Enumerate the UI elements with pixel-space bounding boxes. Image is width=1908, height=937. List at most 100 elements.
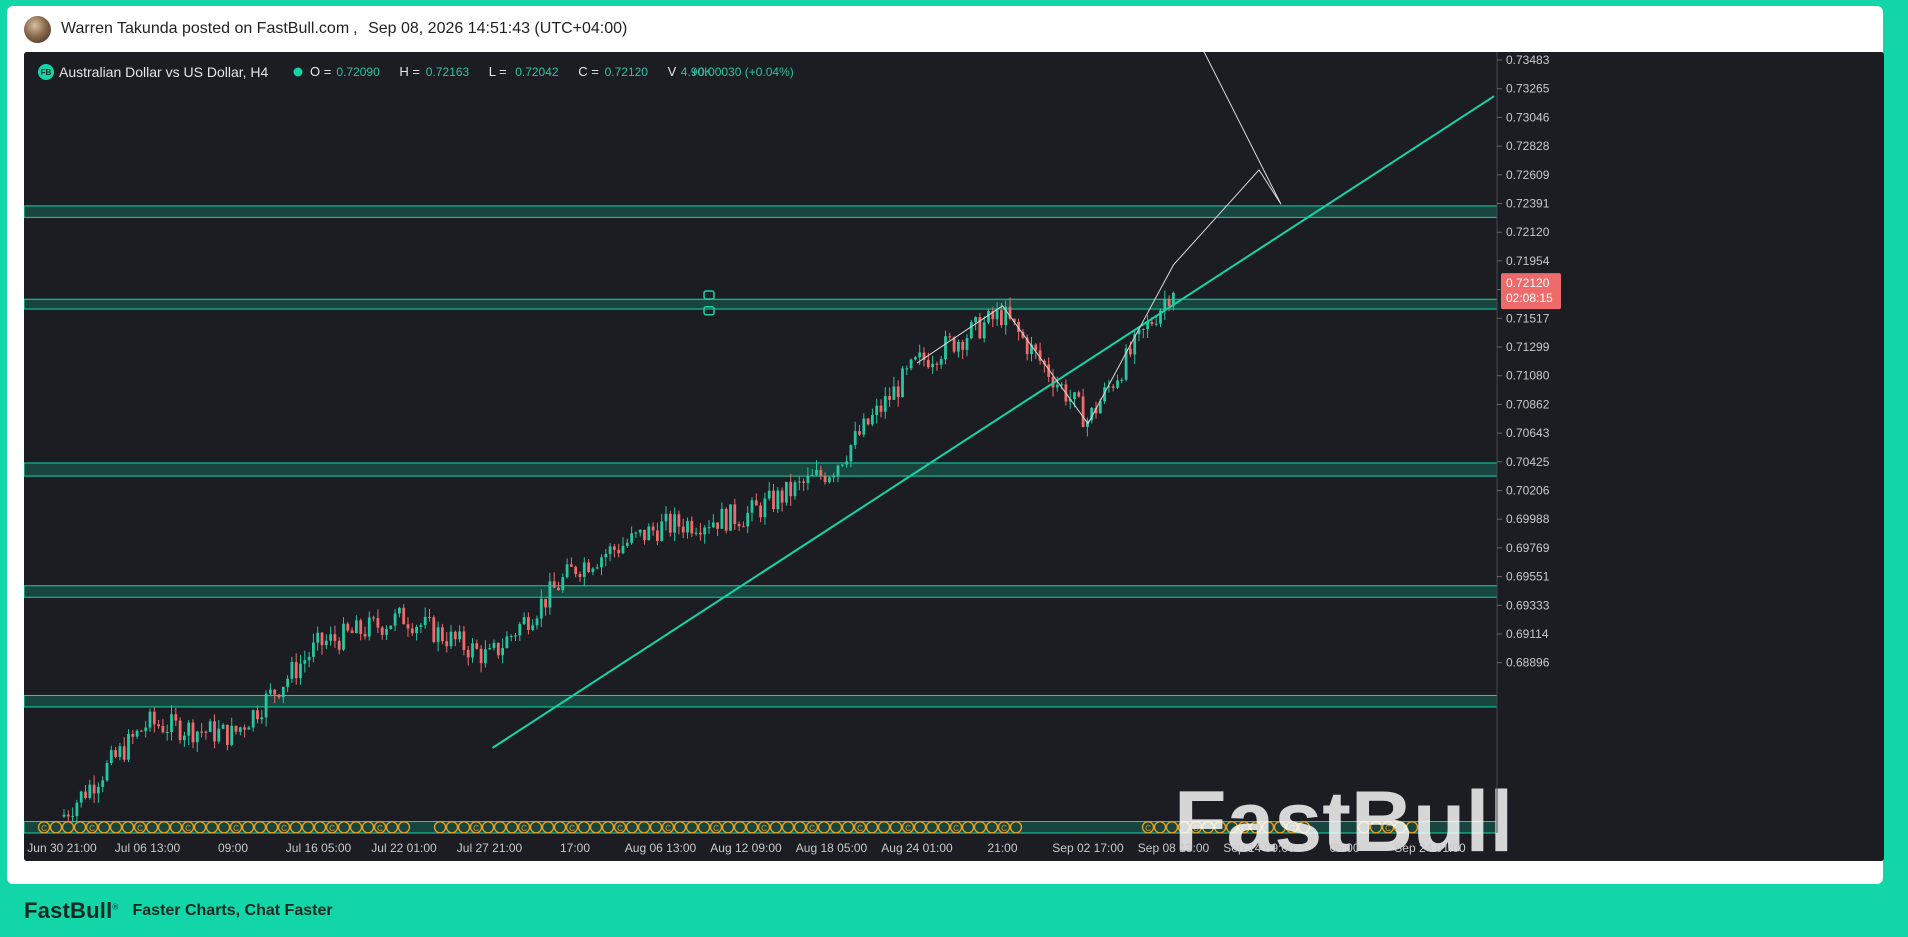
candle-body — [281, 686, 285, 698]
candle-body — [879, 405, 883, 412]
candle-body — [84, 791, 87, 798]
time-tick-label: Jun 30 21:00 — [27, 841, 97, 855]
candle-body — [264, 693, 268, 718]
candle-body — [496, 642, 500, 656]
candle-body — [436, 627, 440, 642]
candle-body — [574, 566, 578, 575]
candle-body — [729, 504, 732, 531]
price-tick-label: 0.68896 — [1506, 656, 1550, 670]
candle-body — [363, 633, 367, 637]
candle-body — [299, 663, 302, 679]
author-line[interactable]: Warren Takunda posted on FastBull.com — [61, 20, 349, 37]
price-tick-label: 0.72120 — [1506, 225, 1550, 239]
candle-body — [539, 598, 543, 619]
candle-body — [974, 317, 977, 323]
footer-brand[interactable]: FastBull® — [24, 898, 119, 924]
candle-body — [518, 624, 522, 636]
candle-body — [355, 620, 358, 634]
candle-body — [918, 352, 922, 358]
candle-body — [1073, 392, 1076, 400]
chart-panel[interactable]: CCCCCCCCCCCCCCCCCCCCCCCCC FastBull 0.734… — [24, 52, 1884, 861]
candle-body — [802, 481, 805, 483]
zone-4[interactable] — [24, 585, 1498, 598]
candle-body — [286, 678, 289, 687]
candle-body — [449, 631, 453, 647]
candle-body — [772, 490, 775, 510]
candle-body — [935, 363, 939, 365]
candle-body — [488, 648, 492, 650]
time-tick-label: Jul 27 21:00 — [457, 841, 523, 855]
author-avatar[interactable] — [24, 15, 51, 43]
footer-bar: FastBull® Faster Charts, Chat Faster — [0, 884, 1908, 937]
time-tick-label: Sep 02 17:00 — [1052, 841, 1124, 855]
candle-body — [148, 711, 152, 728]
candle-body — [677, 514, 681, 527]
price-tick-label: 0.69551 — [1506, 570, 1550, 584]
price-tick-label: 0.70643 — [1506, 426, 1550, 440]
candle-body — [398, 607, 401, 614]
candle-body — [1055, 384, 1059, 388]
candle-body — [208, 721, 212, 732]
price-tick-label: 0.70206 — [1506, 484, 1550, 498]
ohlc-value: 0.72042 — [515, 65, 559, 79]
candle-body — [561, 577, 565, 591]
candle-body — [320, 632, 324, 646]
candle-body — [1129, 348, 1132, 355]
event-marker-label: C — [377, 824, 383, 833]
zone-2[interactable] — [24, 298, 1498, 310]
candle-body — [1167, 299, 1171, 306]
price-tick-label: 0.71954 — [1506, 254, 1550, 268]
live-status-dot — [293, 67, 303, 77]
event-marker-label: C — [281, 824, 287, 833]
candle-body — [668, 513, 672, 533]
candle-body — [604, 554, 608, 558]
event-marker-label: C — [233, 824, 239, 833]
event-marker-label: C — [665, 824, 671, 833]
candle-body — [432, 617, 436, 642]
candle-body — [1116, 380, 1119, 388]
candle-body — [376, 618, 380, 628]
candle-body — [703, 527, 707, 535]
candle-body — [312, 642, 315, 657]
time-tick-label: Jul 06 13:00 — [115, 841, 181, 855]
ohlc-value: 0.72163 — [426, 65, 470, 79]
candle-body — [660, 521, 664, 541]
time-axis[interactable]: Jun 30 21:00 Jul 06 13:00 09:00 Jul 16 05:0… — [27, 841, 1466, 855]
price-chart[interactable]: CCCCCCCCCCCCCCCCCCCCCCCCC FastBull 0.734… — [24, 52, 1884, 861]
price-tick-label: 0.71517 — [1506, 311, 1550, 325]
candle-body — [716, 522, 719, 529]
post-timestamp: Sep 08, 2026 14:51:43 (UTC+04:00) — [368, 20, 628, 37]
event-marker-label: C — [185, 824, 191, 833]
candle-body — [699, 532, 702, 535]
candle-body — [965, 338, 969, 350]
time-tick-label: Aug 18 05:00 — [796, 841, 868, 855]
ohlc-label: L = — [489, 64, 507, 79]
event-marker-label: C — [41, 824, 47, 833]
time-tick-label: Sep 08 13:00 — [1138, 841, 1210, 855]
zone-1[interactable] — [24, 205, 1498, 218]
candle-body — [892, 386, 896, 400]
price-tick-label: 0.69114 — [1506, 627, 1549, 641]
event-marker-label: C — [473, 824, 479, 833]
candle-body — [883, 395, 887, 412]
candle-body — [290, 662, 294, 679]
candle-body — [836, 465, 840, 476]
zone-3[interactable] — [24, 462, 1498, 477]
event-marker-label: C — [521, 824, 527, 833]
candle-body — [135, 730, 139, 737]
candle-body — [372, 617, 375, 619]
event-marker-label: C — [1001, 824, 1007, 833]
candle-body — [75, 802, 79, 817]
candle-body — [625, 542, 629, 546]
post-meta: Warren Takunda posted on FastBull.com, S… — [61, 20, 627, 38]
candle-body — [152, 711, 156, 725]
candle-body — [204, 731, 208, 733]
symbol-title[interactable]: Australian Dollar vs US Dollar, H4 — [59, 64, 269, 80]
candle-body — [200, 731, 203, 733]
zone-5[interactable] — [24, 694, 1498, 708]
candle-body — [948, 336, 952, 338]
candle-body — [531, 625, 535, 630]
candle-body — [1077, 392, 1081, 397]
candle-body — [514, 635, 517, 637]
candle-body — [785, 481, 788, 503]
